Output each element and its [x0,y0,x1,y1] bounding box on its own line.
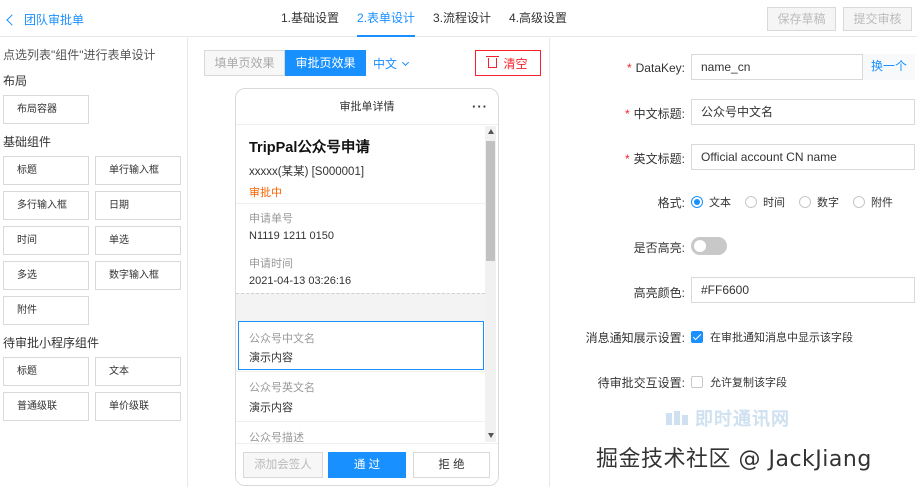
interaction-label: 待审批交互设置: [597,376,685,390]
chevron-left-icon [6,14,18,26]
swap-datakey-button[interactable]: 换一个 [862,54,915,80]
step-flow-design[interactable]: 3.流程设计 [424,0,500,37]
field-value-order-no: N1119 1211 0150 [249,230,335,242]
watermark-logo-text: 即时通讯网 [695,409,790,429]
add-signer-button[interactable]: 添加会签人 [243,452,323,478]
notify-checkbox[interactable] [691,331,703,343]
format-radio-group: 文本 时间 数字 附件 [691,194,907,210]
field-value-apply-time: 2021-04-13 03:26:16 [249,275,352,287]
component-multi-line-input[interactable]: 多行输入框 [3,191,89,220]
scroll-up-icon[interactable] [488,129,494,134]
watermark-logo-icon [666,411,688,425]
copy-field-checkbox-label: 允许复制该字段 [710,377,787,389]
datakey-label: * DataKey: [626,61,685,75]
trash-icon [486,56,500,68]
component-title[interactable]: 标题 [3,156,89,185]
form-title: TripPal公众号申请 [249,140,370,156]
status-badge: 审批中 [249,187,282,199]
cn-title-label: * 中文标题: [624,107,685,121]
chevron-down-icon [401,58,410,66]
format-radio-attachment[interactable]: 附件 [853,194,893,210]
reject-button[interactable]: 拒 绝 [413,452,490,478]
design-field-label-cn: 公众号中文名 [249,333,315,345]
group-title-layout: 布局 [3,74,28,88]
format-radio-time[interactable]: 时间 [745,194,785,210]
step-advanced[interactable]: 4.高级设置 [500,0,576,37]
format-radio-number[interactable]: 数字 [799,194,839,210]
highlight-color-input[interactable]: #FF6600 [691,277,915,303]
back-link[interactable]: 团队审批单 [6,11,85,28]
divider [236,203,485,204]
step-nav: 1.基础设置 2.表单设计 3.流程设计 4.高级设置 [272,0,576,37]
format-label: 格式: [657,196,685,210]
drop-zone-separator [236,293,485,321]
divider [236,421,485,422]
component-layout-container[interactable]: 布局容器 [3,95,89,124]
highlight-label: 是否高亮: [633,241,685,255]
highlight-color-label: 高亮颜色: [633,286,685,300]
tab-approval-view[interactable]: 审批页效果 [285,50,366,76]
more-icon[interactable]: ··· [472,89,488,125]
design-field-label-en[interactable]: 公众号英文名 [249,379,315,395]
design-field-value-cn: 演示内容 [249,352,293,364]
watermark-credit: 掘金技术社区 @ JackJiang [596,447,872,472]
en-title-input[interactable]: Official account CN name [691,144,915,170]
component-number-input[interactable]: 数字输入框 [95,261,181,290]
interaction-checkbox-row[interactable]: 允许复制该字段 [691,374,787,390]
language-select[interactable]: 中文 [373,55,410,72]
component-attachment[interactable]: 附件 [3,296,89,325]
clear-label: 清空 [503,56,528,71]
palette-hint: 点选列表"组件"进行表单设计 [3,48,156,62]
submit-review-button[interactable]: 提交审核 [843,7,912,31]
component-radio[interactable]: 单选 [95,226,181,255]
notify-label: 消息通知展示设置: [585,331,685,345]
phone-footer: 添加会签人 通 过 拒 绝 [236,443,498,485]
field-label-apply-time: 申请时间 [249,258,293,270]
component-date[interactable]: 日期 [95,191,181,220]
en-title-label: * 英文标题: [624,152,685,166]
design-field-value-en: 演示内容 [249,402,293,414]
component-price-cascade[interactable]: 单价级联 [95,392,181,421]
highlight-toggle[interactable] [691,237,727,255]
component-single-line-input[interactable]: 单行输入框 [95,156,181,185]
save-draft-button[interactable]: 保存草稿 [767,7,836,31]
cn-title-input[interactable]: 公众号中文名 [691,99,915,125]
phone-preview: 审批单详情 ··· TripPal公众号申请 xxxxx(某某) [S00000… [235,88,499,486]
component-miniapp-title[interactable]: 标题 [3,357,89,386]
component-palette: 点选列表"组件"进行表单设计 布局 布局容器 基础组件 标题 单行输入框 多行输… [0,38,188,487]
top-bar: 团队审批单 1.基础设置 2.表单设计 3.流程设计 4.高级设置 保存草稿 提… [0,0,917,37]
language-value: 中文 [373,57,398,71]
phone-header-title: 审批单详情 [339,101,395,113]
group-title-miniapp: 待审批小程序组件 [3,336,100,350]
divider [236,371,485,372]
format-radio-text[interactable]: 文本 [691,194,731,210]
step-basic[interactable]: 1.基础设置 [272,0,348,37]
scrollbar-thumb[interactable] [486,141,495,261]
tab-fill-view[interactable]: 填单页效果 [204,50,285,76]
component-multi-select[interactable]: 多选 [3,261,89,290]
notify-checkbox-label: 在审批通知消息中显示该字段 [710,332,853,344]
watermark-logo: 即时通讯网 [665,405,790,431]
back-label: 团队审批单 [24,13,85,27]
field-label-order-no: 申请单号 [249,213,293,225]
component-miniapp-text[interactable]: 文本 [95,357,181,386]
component-normal-cascade[interactable]: 普通级联 [3,392,89,421]
phone-header: 审批单详情 ··· [236,89,498,125]
scroll-down-icon[interactable] [488,433,494,438]
step-form-design[interactable]: 2.表单设计 [348,0,424,37]
applicant-info: xxxxx(某某) [S000001] [249,166,365,178]
clear-button[interactable]: 清空 [475,50,541,76]
notify-checkbox-row[interactable]: 在审批通知消息中显示该字段 [691,329,853,345]
component-time[interactable]: 时间 [3,226,89,255]
approve-button[interactable]: 通 过 [328,452,406,478]
copy-field-checkbox[interactable] [691,376,703,388]
group-title-basic: 基础组件 [3,135,52,149]
